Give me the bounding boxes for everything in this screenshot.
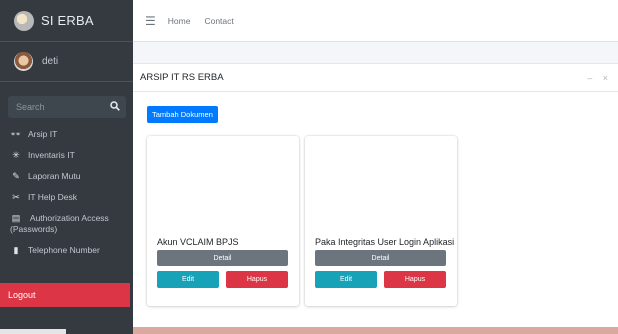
sidebar-item-it-help-desk[interactable]: ✂ IT Help Desk	[0, 187, 133, 208]
document-icon: ▤	[11, 213, 21, 223]
sidebar-item-arsip-it[interactable]: 👓 Arsip IT	[0, 124, 133, 145]
sidebar-item-label: IT Help Desk	[28, 192, 77, 202]
leaf-logo-icon	[14, 10, 34, 31]
edit-button[interactable]: Edit	[315, 271, 377, 288]
tools-icon: ✂	[12, 192, 20, 202]
card-header: ARSIP IT RS ERBA – ×	[133, 64, 618, 92]
sidebar-item-label: Authorization Access (Passwords)	[10, 213, 109, 234]
search-input[interactable]	[16, 102, 101, 112]
pen-icon: ✎	[12, 171, 20, 181]
nav-link-contact[interactable]: Contact	[204, 16, 233, 26]
search-icon[interactable]	[110, 100, 120, 114]
sidebar-item-inventaris-it[interactable]: ✳ Inventaris IT	[0, 145, 133, 166]
nav-link-home[interactable]: Home	[168, 16, 191, 26]
top-navbar: ☰ Home Contact	[133, 0, 618, 42]
user-name: deti	[42, 56, 59, 67]
user-avatar-icon	[14, 52, 33, 71]
document-card: Akun VCLAIM BPJS Detail Edit Hapus	[147, 136, 299, 306]
sidebar-item-authorization-access[interactable]: ▤ Authorization Access (Passwords)	[0, 208, 133, 240]
phone-icon: ▮	[13, 245, 19, 255]
sidebar-search	[8, 96, 126, 118]
sidebar: SI ERBA deti 👓 Arsip IT ✳ Inventaris IT …	[0, 0, 133, 334]
delete-button[interactable]: Hapus	[226, 271, 288, 288]
delete-button[interactable]: Hapus	[384, 271, 446, 288]
sidebar-item-label: Arsip IT	[28, 129, 58, 139]
user-panel[interactable]: deti	[0, 42, 133, 82]
sidebar-item-label: Laporan Mutu	[28, 171, 81, 181]
card-title: ARSIP IT RS ERBA	[140, 72, 224, 83]
detail-button[interactable]: Detail	[157, 250, 288, 266]
brand-title: SI ERBA	[41, 13, 94, 28]
sidebar-item-telephone-number[interactable]: ▮ Telephone Number	[0, 240, 133, 261]
card-tools[interactable]: – ×	[587, 73, 612, 83]
footer-strip	[133, 327, 618, 334]
detail-button[interactable]: Detail	[315, 250, 446, 266]
sidebar-footer-strip	[0, 329, 66, 334]
document-title: Akun VCLAIM BPJS	[157, 237, 239, 247]
glasses-icon: 👓	[10, 129, 22, 139]
sidebar-item-laporan-mutu[interactable]: ✎ Laporan Mutu	[0, 166, 133, 187]
logout-button[interactable]: Logout	[0, 283, 130, 307]
sidebar-item-label: Inventaris IT	[28, 150, 75, 160]
edit-button[interactable]: Edit	[157, 271, 219, 288]
menu-toggle-icon[interactable]: ☰	[145, 14, 156, 28]
document-title: Paka Integritas User Login Aplikasi	[315, 237, 455, 247]
sidebar-item-label: Telephone Number	[28, 245, 100, 255]
brand-link[interactable]: SI ERBA	[0, 0, 133, 42]
main-card: ARSIP IT RS ERBA – × Tambah Dokumen Akun…	[133, 63, 618, 327]
bug-icon: ✳	[12, 150, 20, 160]
document-card: Paka Integritas User Login Aplikasi Deta…	[305, 136, 457, 306]
add-document-button[interactable]: Tambah Dokumen	[147, 106, 218, 123]
